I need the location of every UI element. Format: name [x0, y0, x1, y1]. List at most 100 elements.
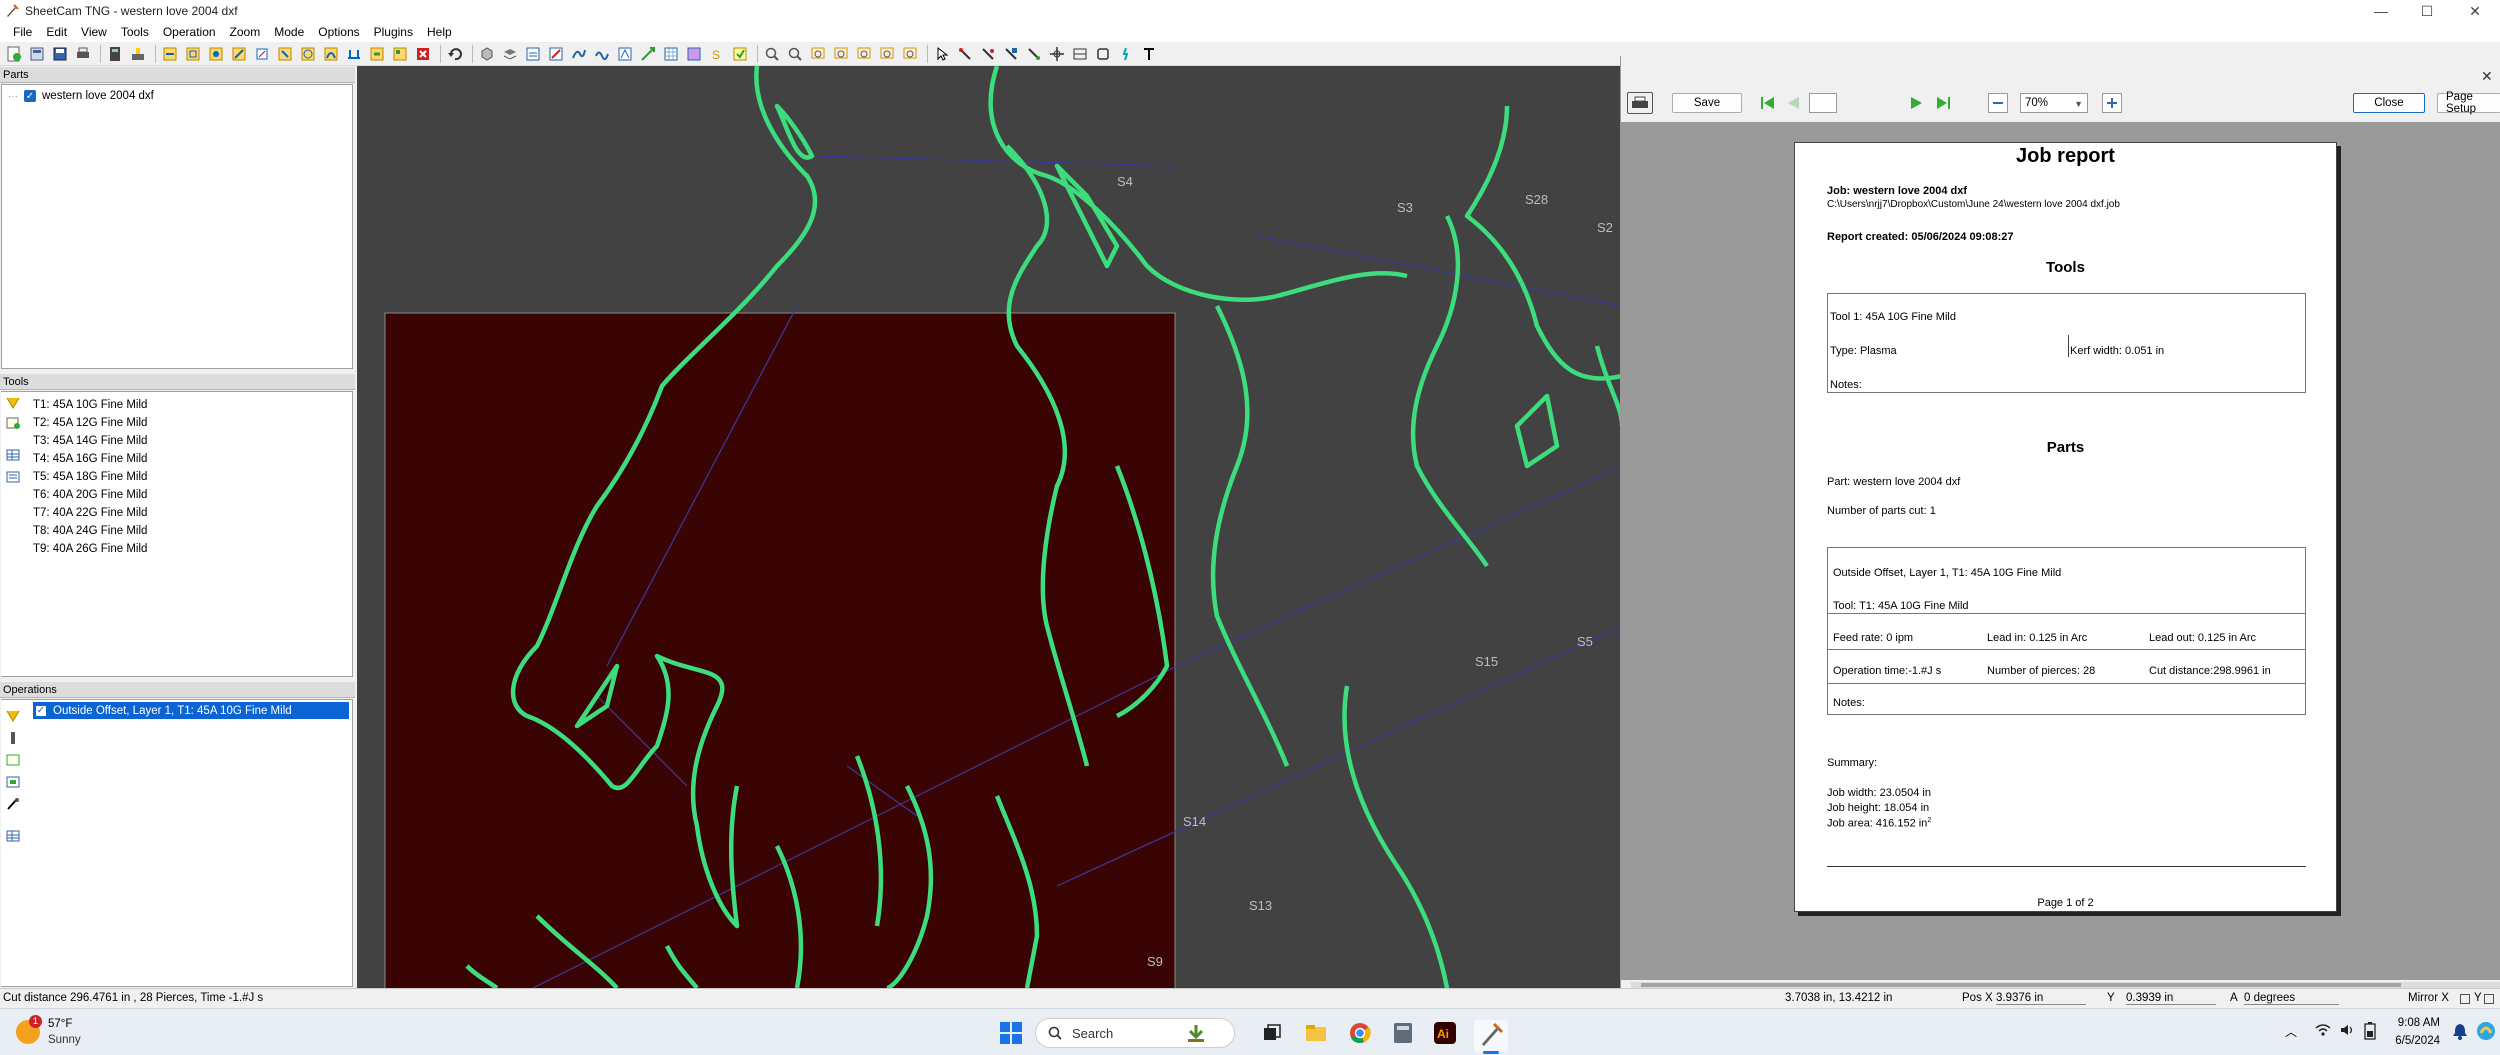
show-leads-icon[interactable] [592, 44, 612, 64]
post-process-icon[interactable] [128, 44, 148, 64]
operation-engrave-icon[interactable] [252, 44, 272, 64]
illustrator-icon[interactable]: Ai [1434, 1022, 1456, 1047]
new-plasma-tool-icon[interactable] [5, 396, 21, 410]
measure-mode-icon[interactable] [1070, 44, 1090, 64]
last-page-icon[interactable] [1933, 93, 1953, 113]
new-job-icon[interactable] [4, 44, 24, 64]
show-markers-icon[interactable]: S [707, 44, 727, 64]
tool-item-t2[interactable]: T2: 45A 12G Fine Mild [33, 414, 147, 432]
tool-table-icon[interactable] [5, 448, 21, 462]
menu-help[interactable]: Help [420, 25, 459, 39]
clock-time[interactable]: 9:08 AM [2385, 1017, 2440, 1029]
taskbar-search-box[interactable]: Search [1035, 1018, 1235, 1048]
zoom-fit-icon[interactable] [762, 44, 782, 64]
tool-item-t5[interactable]: T5: 45A 18G Fine Mild [33, 468, 147, 486]
operation-tab-icon[interactable] [344, 44, 364, 64]
part-checkbox[interactable]: ✓ [24, 90, 36, 102]
clock-date[interactable]: 6/5/2024 [2385, 1035, 2440, 1047]
menu-edit[interactable]: Edit [39, 25, 74, 39]
report-close-button[interactable]: Close [2353, 93, 2425, 113]
close-window-button[interactable]: ✕ [2452, 0, 2498, 22]
operation-drill-icon[interactable] [160, 44, 180, 64]
operation-start-icon[interactable] [367, 44, 387, 64]
toolpath-drawing[interactable]: S4 S3 S28 S2 S15 S5 S14 S13 S9 [357, 66, 1622, 988]
menu-tools[interactable]: Tools [114, 25, 156, 39]
open-job-icon[interactable] [27, 44, 47, 64]
save-job-icon[interactable] [50, 44, 70, 64]
minimize-button[interactable]: — [2358, 0, 2404, 22]
menu-zoom[interactable]: Zoom [223, 25, 268, 39]
status-angle-field[interactable]: 0 degrees [2244, 992, 2339, 1005]
zoom-stock-icon[interactable] [854, 44, 874, 64]
show-grid-icon[interactable] [661, 44, 681, 64]
wifi-icon[interactable] [2315, 1023, 2331, 1040]
tab-mode-icon[interactable] [978, 44, 998, 64]
report-close-icon[interactable]: ✕ [2481, 68, 2493, 85]
zoom-out-icon[interactable] [1988, 93, 2008, 113]
engrave-operation-icon[interactable] [5, 797, 21, 811]
report-page-view[interactable]: Job report Job: western love 2004 dxf C:… [1621, 122, 2500, 980]
first-page-icon[interactable] [1758, 93, 1778, 113]
pocket-operation-icon[interactable] [5, 775, 21, 789]
task-view-icon[interactable] [1262, 1023, 1282, 1046]
calculator-app-icon[interactable] [1393, 1022, 1413, 1047]
prev-page-icon[interactable] [1783, 93, 1803, 113]
operation-lead-icon[interactable] [321, 44, 341, 64]
operation-row[interactable]: ✓ Outside Offset, Layer 1, T1: 45A 10G F… [33, 702, 349, 719]
menu-operation[interactable]: Operation [156, 25, 223, 39]
show-start-icon[interactable] [730, 44, 750, 64]
drill-operation-icon[interactable] [5, 731, 21, 745]
trace-mode-icon[interactable] [1116, 44, 1136, 64]
operation-inside-icon[interactable] [206, 44, 226, 64]
menu-mode[interactable]: Mode [267, 25, 311, 39]
tool-item-t3[interactable]: T3: 45A 14G Fine Mild [33, 432, 147, 450]
battery-icon[interactable] [2364, 1022, 2376, 1043]
contour-operation-icon[interactable] [5, 753, 21, 767]
zoom-parts-icon[interactable] [831, 44, 851, 64]
zoom-window-icon[interactable] [808, 44, 828, 64]
show-stock-icon[interactable] [684, 44, 704, 64]
text-tool-icon[interactable] [1139, 44, 1159, 64]
delete-operation-icon[interactable] [413, 44, 433, 64]
file-explorer-icon[interactable] [1305, 1023, 1327, 1046]
rotate-part-mode-icon[interactable] [1024, 44, 1044, 64]
page-setup-button[interactable]: Page Setup [2437, 91, 2500, 115]
start-point-mode-icon[interactable] [955, 44, 975, 64]
tool-item-t8[interactable]: T8: 40A 24G Fine Mild [33, 522, 147, 540]
new-tool-icon[interactable] [5, 416, 21, 430]
undo-icon[interactable] [445, 44, 465, 64]
show-paths-icon[interactable] [569, 44, 589, 64]
calculator-icon[interactable] [105, 44, 125, 64]
notification-bell-icon[interactable] [2452, 1023, 2468, 1044]
maximize-button[interactable]: ☐ [2404, 0, 2450, 22]
tool-item-t7[interactable]: T7: 40A 22G Fine Mild [33, 504, 147, 522]
tool-item-t1[interactable]: T1: 45A 10G Fine Mild [33, 396, 147, 414]
start-windows-icon[interactable] [1000, 1022, 1022, 1047]
status-y-field[interactable]: 0.3939 in [2126, 992, 2216, 1005]
drawing-canvas[interactable]: S4 S3 S28 S2 S15 S5 S14 S13 S9 [357, 66, 1622, 988]
zoom-extents-icon[interactable] [900, 44, 920, 64]
mirror-y-checkbox[interactable] [2484, 994, 2494, 1004]
status-posx-field[interactable]: 3.9376 in [1996, 992, 2086, 1005]
part-row[interactable]: ··· ✓ western love 2004 dxf [2, 87, 352, 105]
report-save-button[interactable]: Save [1672, 93, 1742, 113]
operation-profile-icon[interactable] [298, 44, 318, 64]
show-rapids-icon[interactable] [546, 44, 566, 64]
zoom-in-icon[interactable] [2102, 93, 2122, 113]
move-part-mode-icon[interactable] [1001, 44, 1021, 64]
tool-library-icon[interactable] [5, 470, 21, 484]
operation-nest-icon[interactable] [390, 44, 410, 64]
zoom-in-icon[interactable] [785, 44, 805, 64]
layers-icon[interactable] [500, 44, 520, 64]
path-view-icon[interactable] [523, 44, 543, 64]
sheetcam-taskbar-icon[interactable] [1474, 1020, 1508, 1054]
tool-item-t4[interactable]: T4: 45A 16G Fine Mild [33, 450, 147, 468]
operation-pocket-icon[interactable] [229, 44, 249, 64]
next-page-icon[interactable] [1907, 93, 1927, 113]
scrollbar-thumb[interactable] [1641, 983, 2401, 987]
operation-outside-icon[interactable] [183, 44, 203, 64]
chrome-icon[interactable] [1349, 1022, 1371, 1047]
new-operation-icon[interactable] [5, 709, 21, 723]
copilot-icon[interactable] [2476, 1021, 2496, 1044]
volume-icon[interactable] [2340, 1023, 2356, 1040]
